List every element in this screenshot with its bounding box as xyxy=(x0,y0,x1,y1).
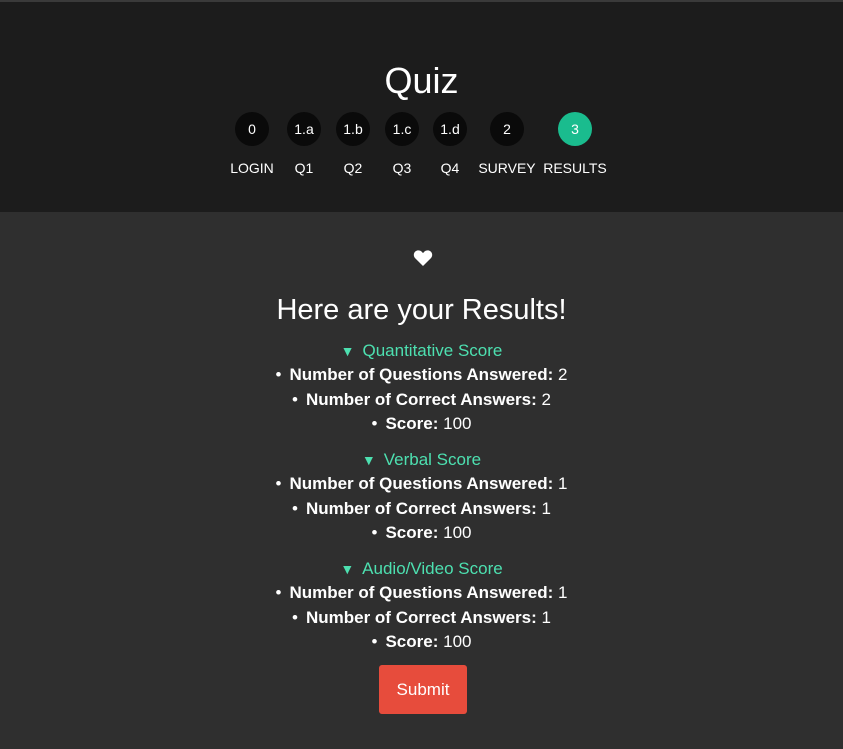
list-item: • Number of Correct Answers: 2 xyxy=(0,390,843,410)
step-label: RESULTS xyxy=(543,160,607,176)
item-value: 1 xyxy=(541,499,551,518)
bullet-icon: • xyxy=(275,583,282,602)
heart-icon xyxy=(413,250,433,266)
item-label: Number of Questions Answered: xyxy=(289,583,554,602)
item-label: Number of Questions Answered: xyxy=(289,365,554,384)
item-label: Score: xyxy=(385,632,439,651)
item-label: Number of Correct Answers: xyxy=(305,608,537,627)
results-heading: Here are your Results! xyxy=(276,294,567,326)
list-item: • Score: 100 xyxy=(0,523,843,543)
triangle-down-icon: ▼ xyxy=(340,343,355,359)
section-summary-label: Audio/Video Score xyxy=(362,559,503,578)
triangle-down-icon: ▼ xyxy=(340,561,355,577)
item-label: Score: xyxy=(385,523,439,542)
item-label: Number of Correct Answers: xyxy=(305,499,537,518)
item-value: 2 xyxy=(541,390,551,409)
item-value: 1 xyxy=(541,608,551,627)
item-label: Score: xyxy=(385,414,439,433)
header: Quiz 0 LOGIN 1.a Q1 1.b Q2 1.c Q3 1.d Q4… xyxy=(0,0,843,212)
audio-video-score-toggle[interactable]: ▼ Audio/Video Score xyxy=(0,559,843,579)
section-summary-label: Verbal Score xyxy=(383,450,482,469)
item-value: 1 xyxy=(558,583,568,602)
list-item: • Score: 100 xyxy=(0,632,843,652)
bullet-icon: • xyxy=(371,414,378,433)
bullet-icon: • xyxy=(292,390,298,409)
section-summary-label: Quantitative Score xyxy=(362,341,503,360)
bullet-icon: • xyxy=(292,499,298,518)
step-results[interactable]: 3 RESULTS xyxy=(530,112,620,176)
list-item: • Score: 100 xyxy=(0,414,843,434)
verbal-score-toggle[interactable]: ▼ Verbal Score xyxy=(0,450,843,470)
page-title: Quiz xyxy=(384,60,459,101)
item-value: 1 xyxy=(558,474,568,493)
step-number[interactable]: 2 xyxy=(490,112,524,146)
step-number[interactable]: 3 xyxy=(558,112,592,146)
bullet-icon: • xyxy=(371,523,378,542)
item-label: Number of Questions Answered: xyxy=(289,474,554,493)
bullet-icon: • xyxy=(275,474,282,493)
triangle-down-icon: ▼ xyxy=(361,452,376,468)
bullet-icon: • xyxy=(371,632,378,651)
list-item: • Number of Correct Answers: 1 xyxy=(0,499,843,519)
quantitative-score-toggle[interactable]: ▼ Quantitative Score xyxy=(0,341,843,361)
item-value: 100 xyxy=(443,632,472,651)
list-item: • Number of Questions Answered: 1 xyxy=(0,474,843,494)
item-label: Number of Correct Answers: xyxy=(305,390,537,409)
bullet-icon: • xyxy=(292,608,298,627)
list-item: • Number of Questions Answered: 1 xyxy=(0,583,843,603)
bullet-icon: • xyxy=(275,365,282,384)
submit-button[interactable]: Submit xyxy=(379,665,467,714)
item-value: 2 xyxy=(558,365,568,384)
list-item: • Number of Correct Answers: 1 xyxy=(0,608,843,628)
item-value: 100 xyxy=(443,523,472,542)
results-panel: Here are your Results! ▼ Quantitative Sco… xyxy=(0,212,843,749)
list-item: • Number of Questions Answered: 2 xyxy=(0,365,843,385)
item-value: 100 xyxy=(443,414,472,433)
